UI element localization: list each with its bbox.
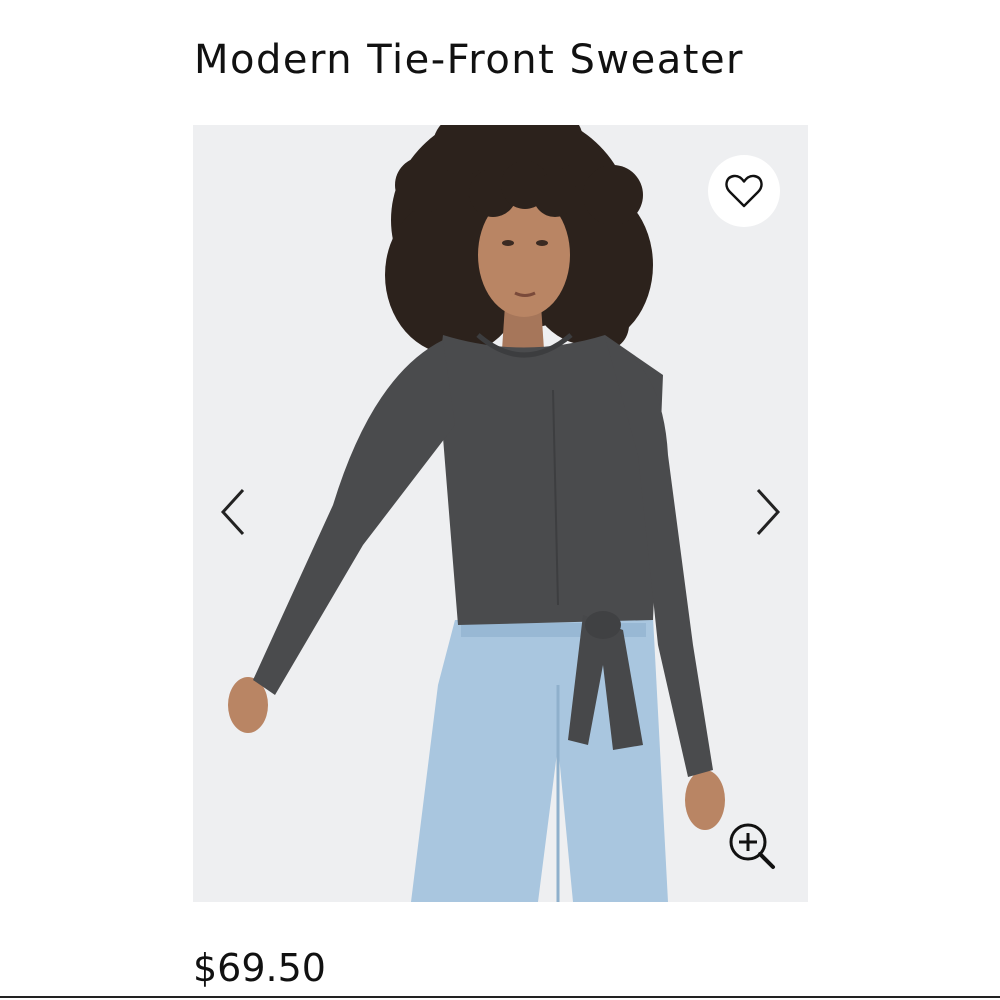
chevron-left-icon (220, 488, 245, 536)
product-price: $69.50 (193, 946, 326, 990)
product-page: Modern Tie-Front Sweater $69.50 (0, 0, 1000, 1000)
next-image-button[interactable] (750, 487, 786, 537)
favorite-button[interactable] (708, 155, 780, 227)
zoom-in-icon (729, 823, 775, 869)
bottom-divider (0, 996, 1000, 998)
product-title: Modern Tie-Front Sweater (194, 37, 745, 83)
heart-outline-icon (725, 174, 763, 208)
chevron-right-icon (756, 488, 781, 536)
previous-image-button[interactable] (215, 487, 251, 537)
zoom-button[interactable] (726, 820, 778, 872)
product-image-gallery[interactable] (193, 125, 808, 902)
product-photo[interactable] (193, 125, 808, 902)
